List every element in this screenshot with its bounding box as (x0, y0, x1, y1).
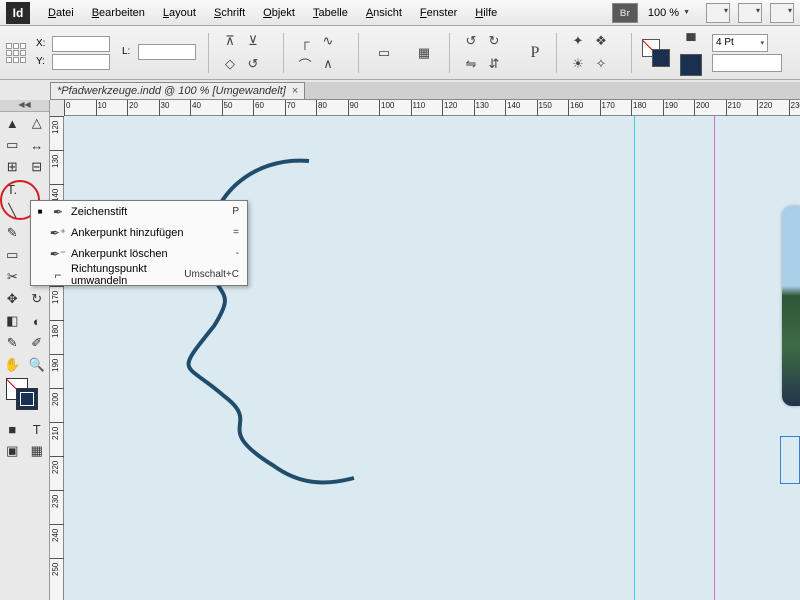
close-icon[interactable]: ◇ (219, 53, 241, 75)
cusp-icon[interactable]: ∧ (317, 53, 339, 75)
gradient-swatch-tool[interactable]: ◧ (0, 310, 25, 332)
menu-datei[interactable]: Datei (40, 3, 82, 23)
workspace-dropdown[interactable] (770, 3, 794, 23)
y-input[interactable] (52, 54, 110, 70)
pen-icon: ✒ (49, 205, 67, 219)
hand-tool[interactable]: ✋ (0, 354, 25, 376)
gradient-feather-tool[interactable]: ◐ (25, 310, 50, 332)
placed-image[interactable] (782, 206, 800, 406)
x-label: X: (36, 38, 50, 49)
fx2-icon[interactable]: ❖ (590, 30, 612, 52)
container-icon[interactable]: ▭ (369, 42, 399, 64)
bridge-button[interactable]: Br (612, 3, 638, 23)
control-bar: X: Y: L: ⊼ ⊻ ◇ ↺ ┌ ∿ ⌒ ∧ ▭ ▦ ↺ ↻ ⇋ ⇵ P ✦… (0, 26, 800, 80)
direct-select-tool[interactable]: △ (25, 112, 50, 134)
menu-ansicht[interactable]: Ansicht (358, 3, 410, 23)
p-icon[interactable]: P (524, 42, 546, 64)
xy-fields: X: Y: (36, 36, 112, 70)
stroke-weight[interactable]: 4 Pt▾ (712, 34, 768, 52)
apply-color[interactable]: ■ (0, 418, 25, 440)
stroke-style[interactable] (712, 54, 782, 72)
screen-mode-dropdown[interactable] (706, 3, 730, 23)
x-input[interactable] (52, 36, 110, 52)
convert-point-icon: ⌐ (49, 268, 67, 282)
l-input[interactable] (138, 44, 196, 60)
content-icon[interactable]: ▦ (409, 42, 439, 64)
stroke-align2-icon[interactable] (680, 54, 702, 76)
pathop-cluster: ⊼ ⊻ ◇ ↺ (219, 30, 273, 75)
close-tab-icon[interactable]: × (292, 85, 298, 97)
menubar: Id Datei Bearbeiten Layout Schrift Objek… (0, 0, 800, 26)
menu-bearbeiten[interactable]: Bearbeiten (84, 3, 153, 23)
reverse-icon[interactable]: ↺ (242, 53, 264, 75)
fill-stroke-toolbox[interactable] (0, 376, 49, 418)
stroke-align-icon[interactable]: ▀ (680, 30, 702, 52)
pen-tool-flyout: ■ ✒ Zeichenstift P ✒⁺ Ankerpunkt hinzufü… (30, 200, 248, 286)
zoom-tool[interactable]: 🔍 (25, 354, 50, 376)
corner-icon[interactable]: ┌ (294, 30, 316, 52)
rect-tool[interactable]: ▭ (0, 244, 25, 266)
fill-stroke-swatch[interactable] (642, 39, 670, 67)
menu-hilfe[interactable]: Hilfe (467, 3, 505, 23)
flyout-anker-hinzu[interactable]: ✒⁺ Ankerpunkt hinzufügen = (31, 222, 247, 243)
fx1-icon[interactable]: ✦ (567, 30, 589, 52)
fx3-icon[interactable]: ☀ (567, 53, 589, 75)
doc-tab[interactable]: *Pfadwerkzeuge.indd @ 100 % [Umgewandelt… (50, 82, 305, 99)
page-tool[interactable]: ▭ (0, 134, 25, 156)
open-icon[interactable]: ⊻ (242, 30, 264, 52)
selection-frame[interactable] (780, 436, 800, 484)
canvas[interactable] (64, 116, 800, 600)
l-label: L: (122, 46, 136, 57)
doc-tab-row: *Pfadwerkzeuge.indd @ 100 % [Umgewandelt… (50, 82, 800, 100)
sym-icon[interactable]: ⌒ (294, 53, 316, 75)
selection-tool[interactable]: ▲ (0, 112, 25, 134)
toolbox: ◀◀ ▲ △ ▭ ↔ ⊞ ⊟ T. ╲ ✒ ✎ ⊠ ▭ ✂ ✥ ↻ ◧ ◐ ✎ … (0, 100, 50, 600)
l-field: L: (122, 44, 198, 62)
doc-tab-title: *Pfadwerkzeuge.indd @ 100 % [Umgewandelt… (57, 85, 286, 97)
convert-cluster: ┌ ∿ ⌒ ∧ (294, 30, 348, 75)
y-label: Y: (36, 56, 50, 67)
flip-v-icon[interactable]: ⇵ (483, 53, 505, 75)
ruler-horizontal[interactable]: 0102030405060708090100110120130140150160… (64, 100, 800, 116)
fx4-icon[interactable]: ✧ (590, 53, 612, 75)
arrange-dropdown[interactable] (738, 3, 762, 23)
content-tool[interactable]: ⊞ (0, 156, 25, 178)
effects-cluster: ✦ ❖ ☀ ✧ (567, 30, 621, 75)
rotate-cw-icon[interactable]: ↻ (483, 30, 505, 52)
join-icon[interactable]: ⊼ (219, 30, 241, 52)
line-tool[interactable]: ╲ (0, 200, 25, 222)
gap-tool[interactable]: ↔ (25, 134, 50, 156)
rotate-ccw-icon[interactable]: ↺ (460, 30, 482, 52)
apply-text[interactable]: T (25, 418, 50, 440)
drawn-path[interactable] (64, 116, 800, 600)
flyout-zeichenstift[interactable]: ■ ✒ Zeichenstift P (31, 201, 247, 222)
view-mode-normal[interactable]: ▣ (0, 440, 25, 462)
toolbox-collapse[interactable]: ◀◀ (0, 100, 49, 112)
flyout-richtungspunkt[interactable]: ⌐ Richtungspunkt umwandeln Umschalt+C (31, 264, 247, 285)
pen-plus-icon: ✒⁺ (49, 226, 67, 240)
menu-layout[interactable]: Layout (155, 3, 204, 23)
align-cluster: ↺ ↻ ⇋ ⇵ (460, 30, 514, 75)
type-tool[interactable]: T. (0, 178, 49, 200)
content-place-tool[interactable]: ⊟ (25, 156, 50, 178)
menu-tabelle[interactable]: Tabelle (305, 3, 356, 23)
app-logo: Id (6, 2, 30, 24)
menu-fenster[interactable]: Fenster (412, 3, 465, 23)
note-tool[interactable]: ✎ (0, 332, 25, 354)
menu-schrift[interactable]: Schrift (206, 3, 253, 23)
free-transform-tool[interactable]: ✥ (0, 288, 25, 310)
smooth-icon[interactable]: ∿ (317, 30, 339, 52)
pen-minus-icon: ✒⁻ (49, 247, 67, 261)
flip-h-icon[interactable]: ⇋ (460, 53, 482, 75)
pencil-tool[interactable]: ✎ (0, 222, 25, 244)
flyout-anker-loeschen[interactable]: ✒⁻ Ankerpunkt löschen - (31, 243, 247, 264)
zoom-level[interactable]: 100 %▼ (648, 7, 690, 19)
rotate-tool[interactable]: ↻ (25, 288, 50, 310)
reference-point[interactable] (6, 43, 26, 63)
ruler-vertical[interactable]: 1201301401501601701801902002102202302402… (50, 116, 64, 600)
menu-objekt[interactable]: Objekt (255, 3, 303, 23)
eyedropper-tool[interactable]: ✐ (25, 332, 50, 354)
view-mode-preview[interactable]: ▦ (25, 440, 50, 462)
